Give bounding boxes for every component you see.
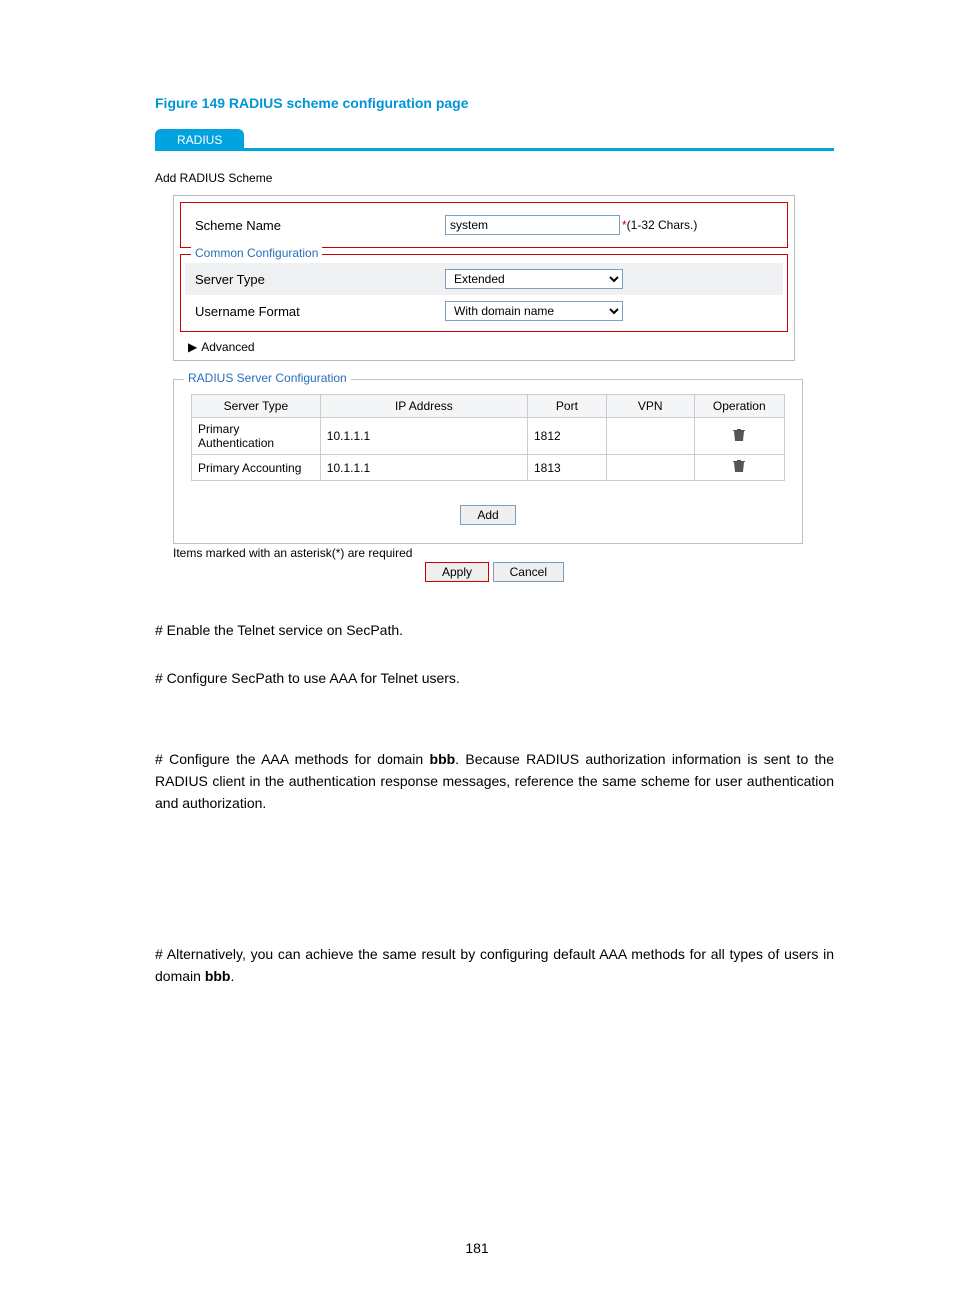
common-config-fieldset: Common Configuration Server Type Extende… <box>180 254 788 332</box>
cell-operation <box>694 418 784 455</box>
server-type-label: Server Type <box>195 272 445 287</box>
advanced-toggle[interactable]: ▶ Advanced <box>174 336 794 360</box>
cancel-button[interactable]: Cancel <box>493 562 564 582</box>
col-vpn: VPN <box>606 395 694 418</box>
scheme-name-label: Scheme Name <box>195 218 445 233</box>
scheme-name-input[interactable] <box>445 215 620 235</box>
scheme-form: Scheme Name *(1-32 Chars.) Common Config… <box>173 195 795 361</box>
text-run: . <box>230 968 234 984</box>
cell-ip: 10.1.1.1 <box>320 455 527 481</box>
text-bold: bbb <box>430 751 456 767</box>
required-note: Items marked with an asterisk(*) are req… <box>173 546 834 560</box>
col-ip: IP Address <box>320 395 527 418</box>
cell-vpn <box>606 418 694 455</box>
cell-type: Primary Authentication <box>192 418 321 455</box>
trash-icon[interactable] <box>733 459 745 473</box>
cell-operation <box>694 455 784 481</box>
server-config-legend: RADIUS Server Configuration <box>184 371 351 385</box>
tab-underline <box>155 148 834 151</box>
text-run: # Alternatively, you can achieve the sam… <box>155 946 834 984</box>
table-header-row: Server Type IP Address Port VPN Operatio… <box>192 395 785 418</box>
col-port: Port <box>527 395 606 418</box>
table-row: Primary Authentication 10.1.1.1 1812 <box>192 418 785 455</box>
cell-port: 1813 <box>527 455 606 481</box>
add-button[interactable]: Add <box>460 505 515 525</box>
paragraph: # Configure SecPath to use AAA for Telne… <box>155 668 834 690</box>
paragraph: # Enable the Telnet service on SecPath. <box>155 620 834 642</box>
cell-ip: 10.1.1.1 <box>320 418 527 455</box>
advanced-label: Advanced <box>201 340 254 354</box>
trash-icon[interactable] <box>733 428 745 442</box>
add-scheme-heading: Add RADIUS Scheme <box>155 171 834 185</box>
tab-bar: RADIUS <box>155 129 834 151</box>
chevron-right-icon: ▶ <box>188 340 197 354</box>
col-operation: Operation <box>694 395 784 418</box>
server-type-select[interactable]: Extended <box>445 269 623 289</box>
text-run: # Configure the AAA methods for domain <box>155 751 430 767</box>
text-bold: bbb <box>205 968 231 984</box>
username-format-select[interactable]: With domain name <box>445 301 623 321</box>
username-format-label: Username Format <box>195 304 445 319</box>
common-config-legend: Common Configuration <box>191 246 322 260</box>
scheme-name-hint: (1-32 Chars.) <box>627 218 698 232</box>
scheme-name-group: Scheme Name *(1-32 Chars.) <box>180 202 788 248</box>
server-config-fieldset: RADIUS Server Configuration Server Type … <box>173 379 803 544</box>
cell-type: Primary Accounting <box>192 455 321 481</box>
paragraph: # Alternatively, you can achieve the sam… <box>155 944 834 987</box>
apply-button[interactable]: Apply <box>425 562 489 582</box>
cell-vpn <box>606 455 694 481</box>
body-copy: # Enable the Telnet service on SecPath. … <box>155 620 834 988</box>
table-row: Primary Accounting 10.1.1.1 1813 <box>192 455 785 481</box>
paragraph: # Configure the AAA methods for domain b… <box>155 749 834 814</box>
figure-title: Figure 149 RADIUS scheme configuration p… <box>155 95 834 111</box>
page-number: 181 <box>0 1240 954 1256</box>
col-server-type: Server Type <box>192 395 321 418</box>
cell-port: 1812 <box>527 418 606 455</box>
server-table: Server Type IP Address Port VPN Operatio… <box>191 394 785 481</box>
